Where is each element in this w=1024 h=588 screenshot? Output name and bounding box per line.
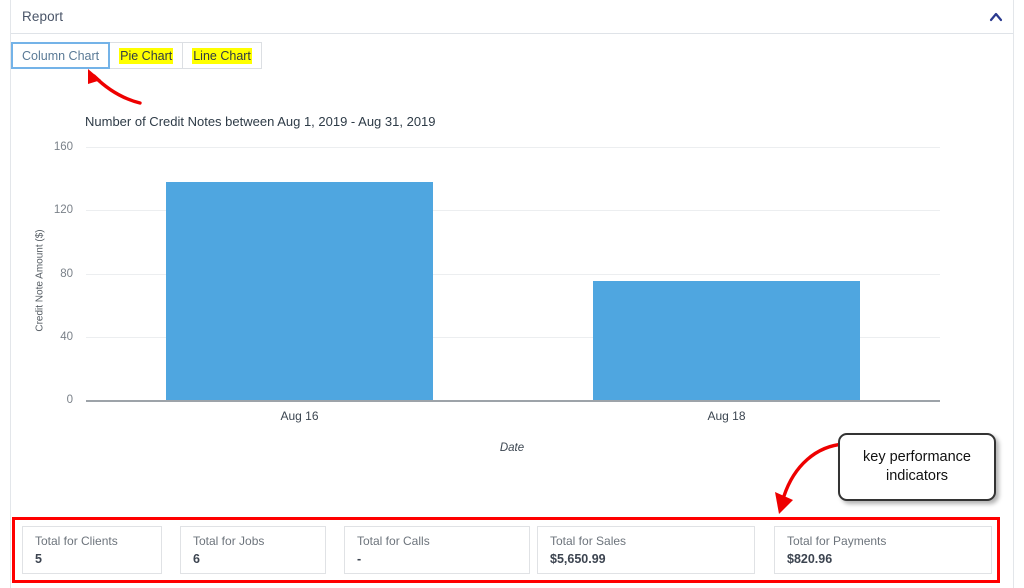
kpi-highlight-rectangle [12,517,1000,583]
column-chart: Number of Credit Notes between Aug 1, 20… [11,100,1013,470]
y-tick-label: 40 [60,330,73,343]
y-tick-label: 160 [53,141,73,153]
panel-header: Report [11,0,1013,34]
chevron-up-icon[interactable] [988,10,1004,24]
kpi-callout-box: key performance indicators [838,433,996,501]
panel-right-border [1013,0,1014,588]
y-axis-label: Credit Note Amount ($) [34,229,46,332]
tab-line-chart[interactable]: Line Chart [183,42,262,69]
kpi-callout-text: key performance indicators [863,449,971,484]
y-tick-label: 80 [60,267,73,280]
tab-label: Pie Chart [119,47,174,64]
tab-pie-chart[interactable]: Pie Chart [110,42,184,69]
report-panel: Report Column Chart Pie Chart Line Chart N… [0,0,1024,588]
bar-aug-18[interactable] [593,281,860,400]
y-tick-label: 120 [53,204,73,217]
tab-label: Line Chart [192,47,252,64]
bar-aug-16[interactable] [166,181,433,400]
page-title: Report [22,9,64,24]
tab-label: Column Chart [22,48,100,63]
x-axis-line [86,400,940,402]
chart-type-tabs: Column Chart Pie Chart Line Chart [11,42,262,69]
chart-title: Number of Credit Notes between Aug 1, 20… [85,114,436,129]
y-tick-label: 0 [66,394,73,406]
x-tick-label: Aug 16 [280,409,319,423]
x-tick-label: Aug 18 [707,409,746,423]
tab-column-chart[interactable]: Column Chart [11,42,111,69]
gridline [86,147,940,148]
